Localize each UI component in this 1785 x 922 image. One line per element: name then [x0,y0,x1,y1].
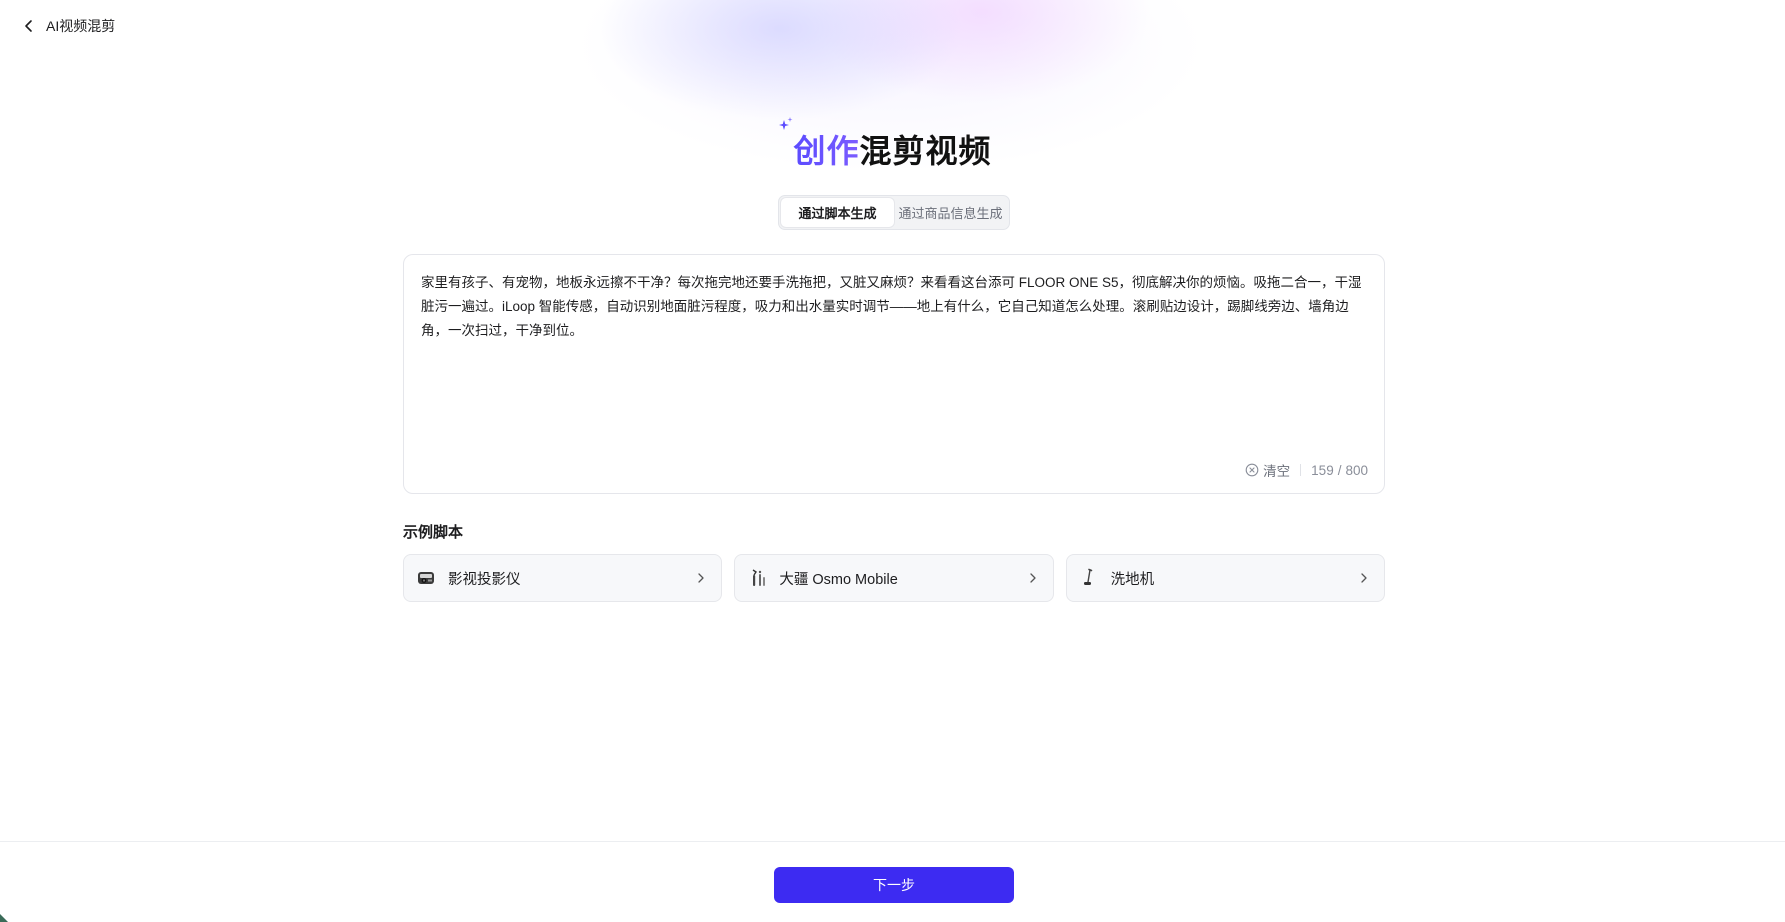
script-textarea[interactable]: 家里有孩子、有宠物，地板永远擦不干净？每次拖完地还要手洗拖把，又脏又麻烦？来看看… [421,271,1365,431]
floor-washer-icon [1079,568,1099,588]
editor-footer: 清空 159 / 800 [1245,460,1368,480]
script-editor[interactable]: 家里有孩子、有宠物，地板永远擦不干净？每次拖完地还要手洗拖把，又脏又麻烦？来看看… [403,254,1385,494]
next-button[interactable]: 下一步 [774,867,1014,903]
clear-button[interactable]: 清空 [1245,460,1290,480]
chevron-right-icon [1361,573,1367,583]
tab-script[interactable]: 通过脚本生成 [781,198,894,227]
clear-circle-icon [1245,463,1259,477]
example-label: 大疆 Osmo Mobile [779,571,898,588]
corner-decoration [0,914,8,922]
back-nav[interactable]: AI视频混剪 [22,14,115,38]
clear-label: 清空 [1263,464,1291,479]
title-accent: 创作 [793,126,859,172]
generation-mode-tabs: 通过脚本生成 通过商品信息生成 [778,195,1010,230]
background-glow [430,0,1350,210]
chevron-right-icon [698,573,704,583]
footer-divider [0,841,1785,842]
sparkle-icon [779,117,793,130]
char-counter: 159 / 800 [1311,463,1368,478]
example-projector[interactable]: 影视投影仪 [403,554,723,602]
divider [1300,464,1302,476]
page-breadcrumb: AI视频混剪 [46,18,116,34]
chevron-left-icon [25,20,32,32]
char-count-sep: / [1337,462,1342,478]
char-count: 159 [1311,462,1334,478]
examples-title: 示例脚本 [403,524,464,541]
chevron-right-icon [1030,573,1036,583]
example-gimbal[interactable]: 大疆 Osmo Mobile [734,554,1054,602]
tab-product-info[interactable]: 通过商品信息生成 [894,198,1007,227]
char-max: 800 [1345,462,1368,478]
example-floor-washer[interactable]: 洗地机 [1065,554,1385,602]
example-list: 影视投影仪 大疆 Osmo Mobile 洗地机 [403,554,1385,602]
title-main: 混剪视频 [859,133,992,169]
example-label: 洗地机 [1110,571,1155,588]
example-label: 影视投影仪 [448,571,521,588]
projector-icon [416,568,436,588]
gimbal-icon [747,568,767,588]
page-title: 创作 混剪视频 [0,117,1785,172]
